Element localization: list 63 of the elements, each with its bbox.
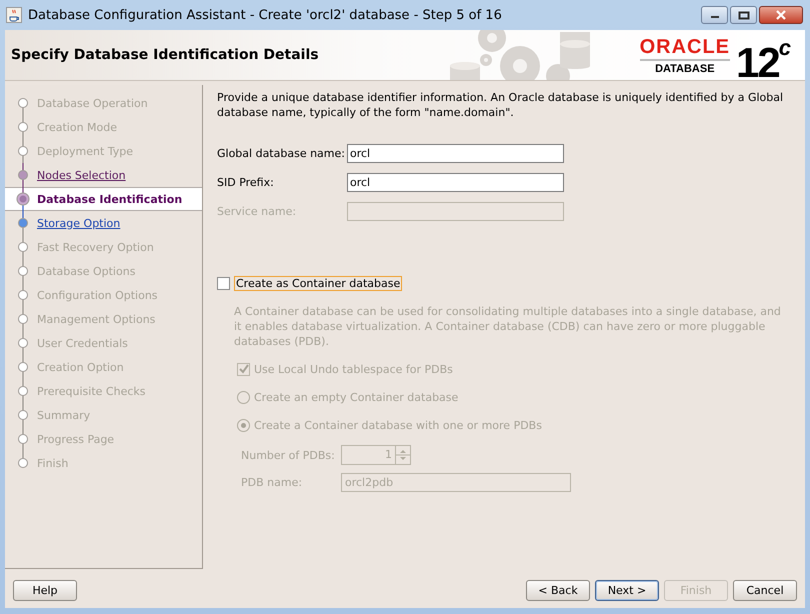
step-marker-icon: [18, 98, 28, 108]
step-marker-icon: [18, 146, 28, 156]
step-label: Database Options: [37, 264, 136, 278]
checkbox[interactable]: [237, 362, 250, 376]
step-marker-icon: [18, 434, 28, 444]
close-button[interactable]: [759, 6, 803, 24]
cup-icon: [6, 7, 22, 23]
field-label: Service name:: [217, 205, 298, 218]
window-title: Database Configuration Assistant - Create 'orcl2' database - Step 5 of 16: [28, 8, 502, 22]
maximize-button[interactable]: [730, 6, 757, 24]
page-title: Specify Database Identification Details: [11, 47, 319, 63]
step-marker-icon: [18, 386, 28, 396]
step-label: Creation Mode: [37, 120, 118, 134]
step-marker-icon: [18, 410, 28, 420]
option-label: Create a Container database with one or more PDBs: [254, 418, 542, 432]
step-label: Finish: [37, 456, 68, 470]
step-label: Summary: [37, 408, 90, 422]
step-label: Fast Recovery Option: [37, 240, 154, 254]
step-label: Database Identification: [37, 192, 182, 206]
input-field[interactable]: orcl: [347, 173, 564, 192]
field-label: Number of PDBs:: [241, 448, 336, 462]
step-marker-icon: [18, 170, 28, 180]
maximize-icon: [738, 10, 750, 20]
version-label: 12$^{c}$: [736, 34, 789, 80]
dialog-button[interactable]: < Back: [526, 580, 590, 600]
step-label: Prerequisite Checks: [37, 384, 146, 398]
dialog-button[interactable]: Help: [13, 580, 77, 600]
step-marker-icon: [18, 458, 28, 468]
input-field[interactable]: orcl: [347, 144, 564, 163]
checkbox-label[interactable]: Create as Container database: [234, 276, 402, 291]
step-marker-icon: [18, 290, 28, 300]
step-marker-icon: [18, 122, 28, 132]
close-icon: [775, 10, 787, 20]
description-text: A Container database can be used for consolidating multiple databases into a single database, and it enables database virtualization. A Container database (CDB) can have zero or more pluggable databases (PDB).: [234, 304, 782, 349]
option-label: Create an empty Container database: [254, 390, 458, 404]
field-label: Global database name:: [217, 147, 346, 160]
step-link[interactable]: Nodes Selection: [37, 168, 126, 182]
step-marker-icon: [18, 338, 28, 348]
radio-button[interactable]: [237, 390, 250, 404]
step-link[interactable]: Storage Option: [37, 216, 120, 230]
dialog-button[interactable]: Cancel: [733, 580, 797, 600]
minimize-button[interactable]: [701, 6, 728, 24]
step-label: Creation Option: [37, 360, 124, 374]
step-label: Management Options: [37, 312, 156, 326]
field-label: SID Prefix:: [217, 176, 275, 189]
step-label: Progress Page: [37, 432, 114, 446]
step-label: Deployment Type: [37, 144, 134, 158]
brand-logo: ORACLE: [640, 36, 730, 60]
step-marker-icon: [18, 242, 28, 252]
step-marker-icon: [18, 266, 28, 276]
dialog-button[interactable]: Next >: [595, 580, 659, 600]
step-marker-icon: [18, 218, 28, 228]
product-label: DATABASE: [655, 62, 715, 74]
intro-text: Provide a unique database identifier information. An Oracle database is uniquely identified by a Global database name, typically of the form "name.domain".: [217, 90, 784, 120]
checkbox[interactable]: [217, 277, 230, 290]
field-label: PDB name:: [241, 476, 304, 488]
step-label: Database Operation: [37, 96, 148, 110]
step-label: Configuration Options: [37, 288, 158, 302]
option-label: Use Local Undo tablespace for PDBs: [254, 362, 453, 376]
step-label: User Credentials: [37, 336, 128, 350]
radio-button[interactable]: [237, 418, 250, 432]
step-marker-icon: [18, 314, 28, 324]
step-marker-icon: [18, 362, 28, 372]
